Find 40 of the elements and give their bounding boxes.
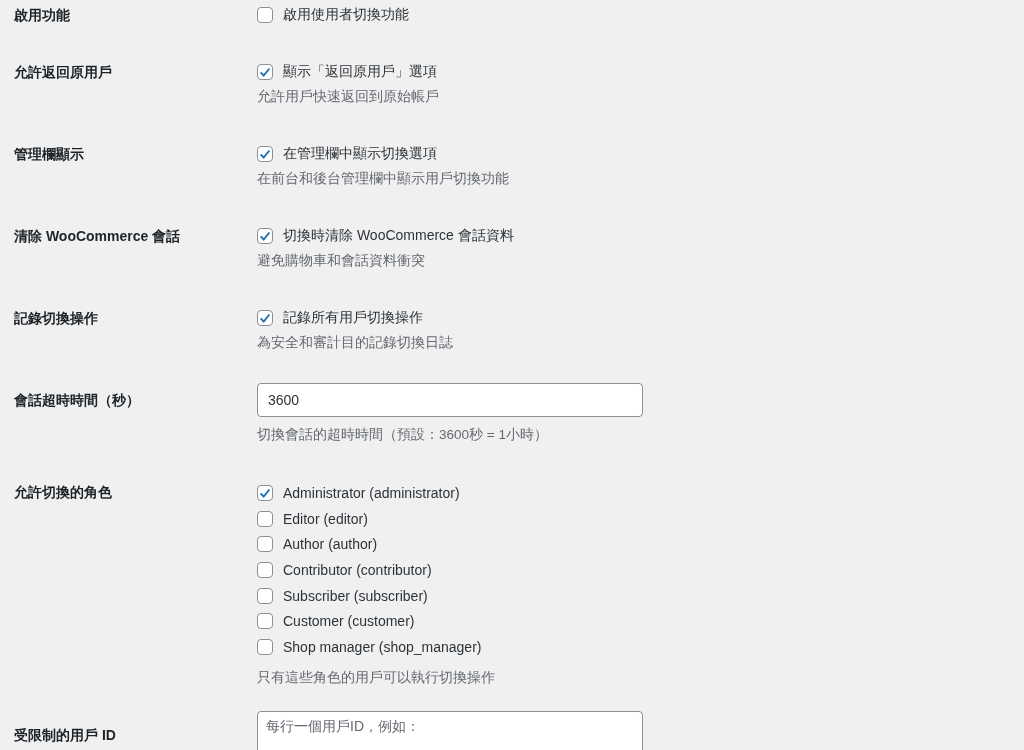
setting-label: 會話超時時間（秒） xyxy=(13,391,141,410)
textarea-field[interactable]: 每行一個用戶ID，例如： xyxy=(257,710,643,750)
checkbox-label: Author (author) xyxy=(283,536,378,553)
input-field[interactable]: 3600 xyxy=(257,383,643,417)
checkbox-label: 啟用使用者切換功能 xyxy=(283,6,409,24)
description: 允許用戶快速返回到原始帳戶 xyxy=(257,88,439,106)
checkbox-label: 在管理欄中顯示切換選項 xyxy=(283,145,437,163)
setting-label: 清除 WooCommerce 會話 xyxy=(13,227,182,246)
description: 避免購物車和會話資料衝突 xyxy=(257,252,425,270)
description: 只有這些角色的用戶可以執行切換操作 xyxy=(257,668,495,687)
setting-label: 允許返回原用戶 xyxy=(13,63,113,82)
description: 切換會話的超時時間（預設：3600秒 = 1小時） xyxy=(257,426,548,444)
checkbox[interactable] xyxy=(257,7,273,23)
checkbox-label: Administrator (administrator) xyxy=(283,484,460,501)
checkbox[interactable] xyxy=(257,484,273,501)
checkbox-label: 切換時清除 WooCommerce 會話資料 xyxy=(283,227,514,245)
checkbox-label: 顯示「返回原用戶」選項 xyxy=(283,63,437,81)
checkbox[interactable] xyxy=(257,536,273,553)
checkbox[interactable] xyxy=(257,613,273,630)
checkbox[interactable] xyxy=(257,64,273,80)
setting-label: 啟用功能 xyxy=(13,6,71,25)
checkbox-label: Customer (customer) xyxy=(283,613,415,630)
checkbox-label: Contributor (contributor) xyxy=(283,561,432,578)
checkbox[interactable] xyxy=(257,510,273,527)
setting-label: 管理欄顯示 xyxy=(13,145,85,164)
checkbox[interactable] xyxy=(257,310,273,326)
checkbox[interactable] xyxy=(257,587,273,604)
checkbox[interactable] xyxy=(257,638,273,655)
checkbox[interactable] xyxy=(257,228,273,244)
checkbox-label: Shop manager (shop_manager) xyxy=(283,638,482,655)
checkbox-label: 記錄所有用戶切換操作 xyxy=(283,309,423,327)
checkbox[interactable] xyxy=(257,146,273,162)
setting-label: 記錄切換操作 xyxy=(13,309,99,328)
checkbox-label: Editor (editor) xyxy=(283,510,368,527)
checkbox[interactable] xyxy=(257,561,273,578)
checkbox-label: Subscriber (subscriber) xyxy=(283,587,428,604)
setting-label: 受限制的用戶 ID xyxy=(13,725,117,745)
description: 在前台和後台管理欄中顯示用戶切換功能 xyxy=(257,170,509,188)
setting-label: 允許切換的角色 xyxy=(13,483,113,502)
description: 為安全和審計目的記錄切換日誌 xyxy=(257,334,453,352)
